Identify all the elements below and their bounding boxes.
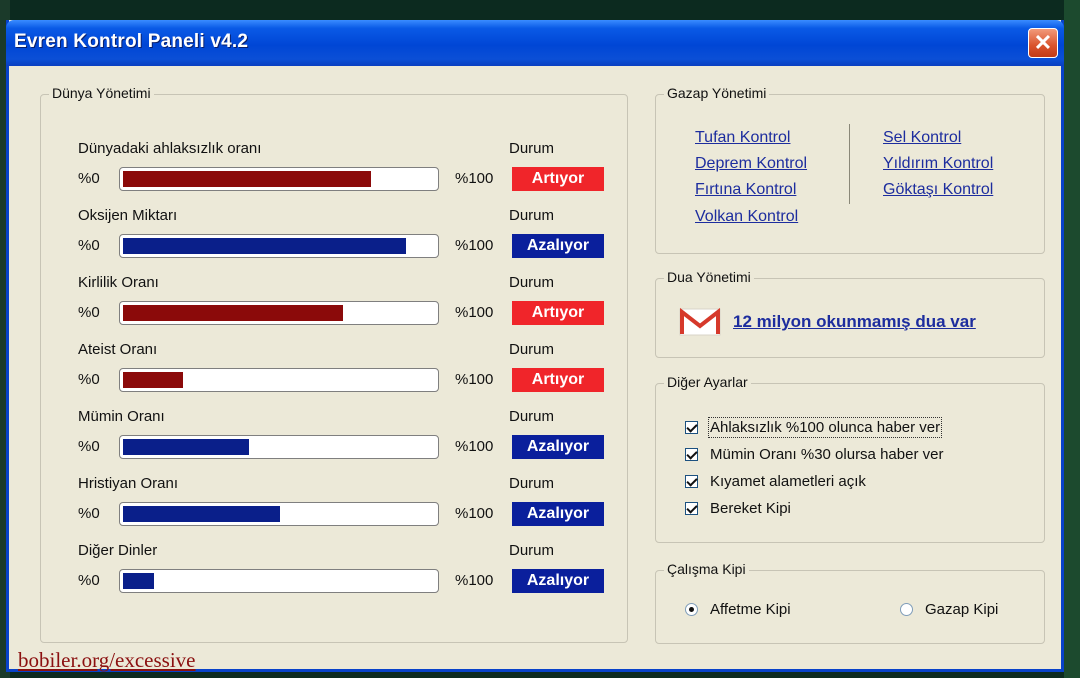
tufan-control-link[interactable]: Tufan Kontrol	[695, 129, 790, 147]
max-percent-label: %100	[455, 304, 494, 321]
wrath-management-legend: Gazap Yönetimi	[664, 85, 770, 101]
meteor-control-link[interactable]: Göktaşı Kontrol	[883, 181, 993, 199]
metric-label: Oksijen Miktarı	[78, 207, 178, 224]
min-percent-label: %0	[78, 505, 100, 522]
checkbox-label: Ahlaksızlık %100 olunca haber ver	[707, 417, 943, 438]
status-badge: Azalıyor	[512, 234, 604, 258]
status-badge: Azalıyor	[512, 569, 604, 593]
max-percent-label: %100	[455, 505, 494, 522]
notify-believer-checkbox[interactable]: Mümin Oranı %30 olursa haber ver	[685, 446, 943, 463]
metric-label: Mümin Oranı	[78, 408, 165, 425]
metric-label: Ateist Oranı	[78, 341, 158, 358]
abundance-mode-checkbox[interactable]: Bereket Kipi	[685, 500, 791, 517]
progress-bar	[119, 301, 439, 325]
metric-label: Diğer Dinler	[78, 542, 158, 559]
wrath-links-separator	[849, 124, 850, 204]
lightning-control-link[interactable]: Yıldırım Kontrol	[883, 155, 993, 173]
storm-control-link[interactable]: Fırtına Kontrol	[695, 181, 796, 199]
min-percent-label: %0	[78, 572, 100, 589]
gmail-icon	[679, 307, 721, 336]
min-percent-label: %0	[78, 304, 100, 321]
progress-bar-fill	[123, 171, 371, 187]
status-caption: Durum	[509, 274, 555, 291]
max-percent-label: %100	[455, 237, 494, 254]
other-settings-group: Diğer Ayarlar	[655, 374, 1045, 543]
close-button[interactable]: ✕	[1028, 28, 1058, 58]
apocalypse-signs-checkbox[interactable]: Kıyamet alametleri açık	[685, 473, 866, 490]
min-percent-label: %0	[78, 237, 100, 254]
min-percent-label: %0	[78, 170, 100, 187]
max-percent-label: %100	[455, 572, 494, 589]
flood-control-link[interactable]: Sel Kontrol	[883, 129, 961, 147]
progress-bar	[119, 234, 439, 258]
status-badge: Azalıyor	[512, 435, 604, 459]
status-caption: Durum	[509, 207, 555, 224]
metric-label: Dünyadaki ahlaksızlık oranı	[78, 140, 262, 157]
other-settings-legend: Diğer Ayarlar	[664, 374, 751, 390]
progress-bar	[119, 569, 439, 593]
forgiveness-mode-radio[interactable]: Affetme Kipi	[685, 601, 791, 618]
progress-bar-fill	[123, 238, 406, 254]
wrath-management-group: Gazap Yönetimi	[655, 85, 1045, 254]
metric-label: Hristiyan Oranı	[78, 475, 179, 492]
checkbox-label: Kıyamet alametleri açık	[710, 473, 866, 490]
status-caption: Durum	[509, 408, 555, 425]
status-badge: Artıyor	[512, 301, 604, 325]
min-percent-label: %0	[78, 438, 100, 455]
wrath-mode-radio[interactable]: Gazap Kipi	[900, 601, 998, 618]
watermark-text: bobiler.org/excessive	[18, 648, 196, 672]
progress-bar	[119, 368, 439, 392]
max-percent-label: %100	[455, 438, 494, 455]
earthquake-control-link[interactable]: Deprem Kontrol	[695, 155, 807, 173]
title-bar[interactable]: Evren Kontrol Paneli v4.2 ✕	[6, 20, 1064, 66]
radio-button[interactable]	[900, 603, 913, 616]
status-badge: Azalıyor	[512, 502, 604, 526]
status-caption: Durum	[509, 475, 555, 492]
control-panel-window: Evren Kontrol Paneli v4.2 ✕ Dünya Yöneti…	[6, 20, 1064, 672]
progress-bar-fill	[123, 506, 280, 522]
operation-mode-legend: Çalışma Kipi	[664, 561, 749, 577]
checkbox-box[interactable]	[685, 502, 698, 515]
status-caption: Durum	[509, 341, 555, 358]
checkbox-label: Mümin Oranı %30 olursa haber ver	[710, 446, 944, 463]
radio-button[interactable]	[685, 603, 698, 616]
progress-bar-fill	[123, 372, 183, 388]
metric-label: Kirlilik Oranı	[78, 274, 159, 291]
max-percent-label: %100	[455, 170, 494, 187]
status-badge: Artıyor	[512, 368, 604, 392]
progress-bar	[119, 167, 439, 191]
min-percent-label: %0	[78, 371, 100, 388]
progress-bar	[119, 435, 439, 459]
status-badge: Artıyor	[512, 167, 604, 191]
checkbox-box[interactable]	[685, 421, 698, 434]
desktop-background-right	[1064, 0, 1080, 678]
window-title: Evren Kontrol Paneli v4.2	[14, 31, 249, 52]
prayer-management-legend: Dua Yönetimi	[664, 269, 754, 285]
volcano-control-link[interactable]: Volkan Kontrol	[695, 208, 798, 226]
status-caption: Durum	[509, 140, 555, 157]
status-caption: Durum	[509, 542, 555, 559]
radio-label: Gazap Kipi	[925, 601, 999, 618]
radio-label: Affetme Kipi	[710, 601, 791, 618]
progress-bar-fill	[123, 573, 154, 589]
unread-prayers-link[interactable]: 12 milyon okunmamış dua var	[733, 312, 976, 332]
checkbox-box[interactable]	[685, 448, 698, 461]
checkbox-label: Bereket Kipi	[710, 500, 791, 517]
world-management-legend: Dünya Yönetimi	[49, 85, 154, 101]
max-percent-label: %100	[455, 371, 494, 388]
notify-immorality-checkbox[interactable]: Ahlaksızlık %100 olunca haber ver	[685, 417, 943, 438]
progress-bar-fill	[123, 305, 343, 321]
progress-bar	[119, 502, 439, 526]
progress-bar-fill	[123, 439, 249, 455]
checkbox-box[interactable]	[685, 475, 698, 488]
